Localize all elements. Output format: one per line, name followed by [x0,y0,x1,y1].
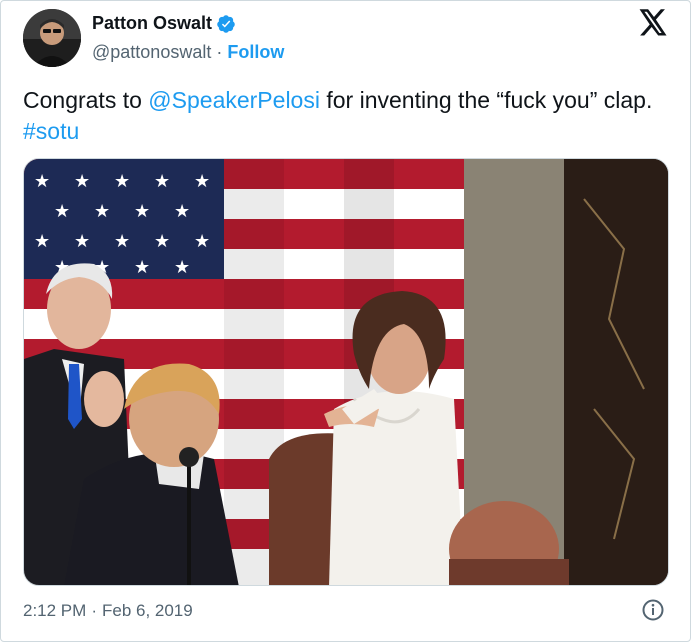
avatar[interactable] [23,9,81,67]
tweet-timestamp[interactable]: 2:12 PM · Feb 6, 2019 [23,601,193,621]
svg-text:★: ★ [154,171,170,192]
tweet-text: Congrats to @SpeakerPelosi for inventing… [23,85,663,147]
svg-text:★: ★ [34,171,50,192]
separator-dot: · [216,42,223,62]
svg-text:★: ★ [74,171,90,192]
info-icon[interactable] [641,598,665,622]
tweet-card: Patton Oswalt @pattonoswalt · Follow Con… [0,0,691,642]
svg-text:★: ★ [194,171,210,192]
author-name[interactable]: Patton Oswalt [92,13,212,34]
svg-text:★: ★ [114,231,130,252]
svg-text:★: ★ [174,257,190,278]
tweet-photo[interactable]: ★ ★ ★ ★ ★ ★ ★ ★ ★ ★ ★ ★ ★ ★ ★ ★ ★ ★ [23,158,669,586]
svg-text:★: ★ [134,201,150,222]
hashtag-link[interactable]: #sotu [23,118,79,144]
svg-text:★: ★ [194,231,210,252]
author-handle[interactable]: @pattonoswalt [92,42,211,63]
x-logo-icon[interactable] [638,9,668,37]
tweet-text-part-1: Congrats to [23,87,149,113]
svg-text:★: ★ [74,231,90,252]
tweet-text-part-2: for inventing the “fuck you” clap. [319,87,653,113]
svg-text:★: ★ [54,201,70,222]
author-name-row: Patton Oswalt [92,13,236,34]
tweet-date: Feb 6, 2019 [101,601,193,620]
tweet-time: 2:12 PM [23,601,87,620]
follow-button[interactable]: Follow [227,42,284,63]
author-handle-row: @pattonoswalt · Follow [92,42,284,63]
svg-text:★: ★ [34,231,50,252]
separator-dot: · [91,601,97,620]
svg-text:★: ★ [94,201,110,222]
svg-text:★: ★ [174,201,190,222]
svg-text:★: ★ [134,257,150,278]
mention-link[interactable]: @SpeakerPelosi [148,87,320,113]
svg-text:★: ★ [154,231,170,252]
verified-badge-icon [217,14,235,33]
svg-text:★: ★ [114,171,130,192]
